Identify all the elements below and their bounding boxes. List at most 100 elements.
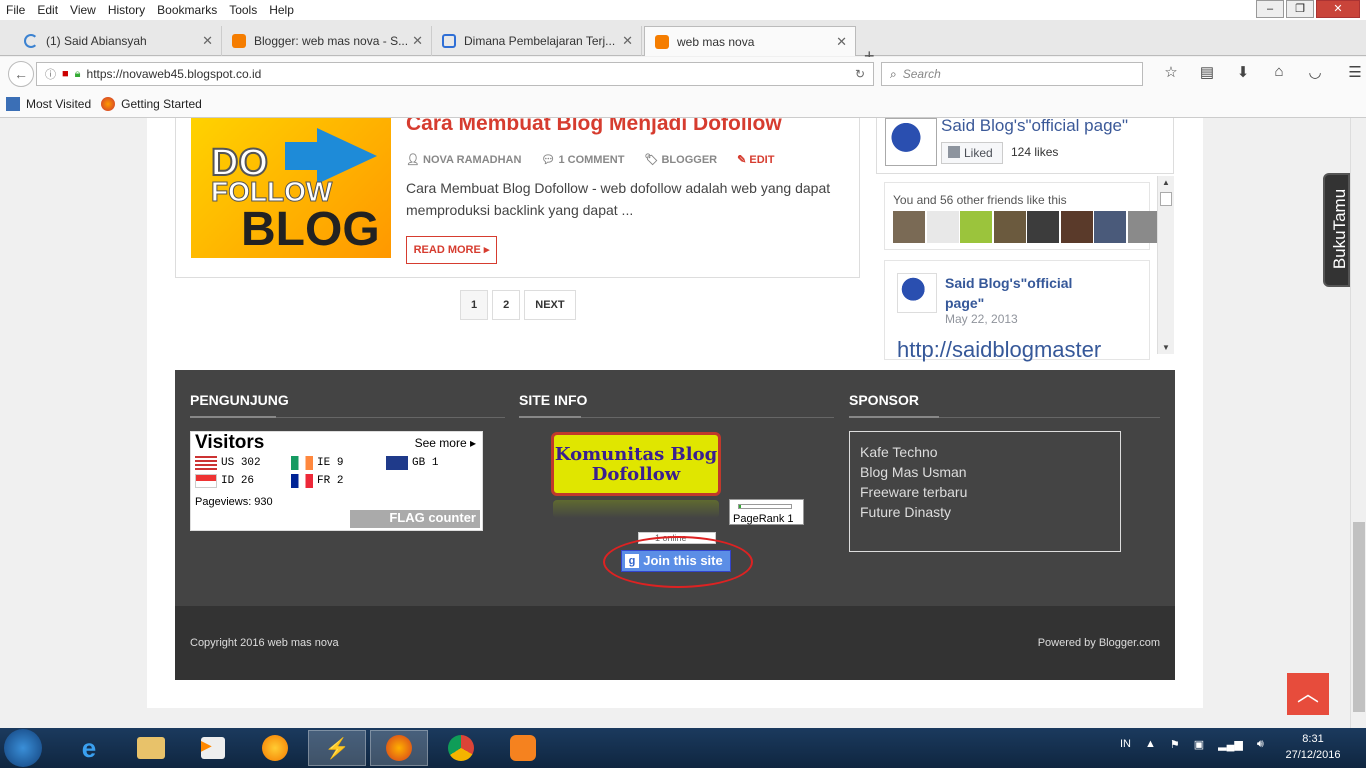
sponsor-link[interactable]: Freeware terbaru bbox=[860, 482, 1110, 502]
post-thumbnail[interactable]: DO FOLLOW BLOG bbox=[191, 118, 391, 258]
scroll-up-icon[interactable]: ▲ bbox=[1162, 178, 1170, 187]
search-input[interactable]: ⌕ Search bbox=[881, 62, 1143, 86]
fb-page-name[interactable]: Said Blog's"official page" bbox=[941, 118, 1128, 136]
see-more-link[interactable]: See more ▸ bbox=[415, 436, 476, 450]
tab-said-abiansyah[interactable]: (1) Said Abiansyah ✕ bbox=[14, 26, 222, 56]
menu-tools[interactable]: Tools bbox=[223, 3, 263, 17]
heading-sponsor: SPONSOR bbox=[849, 392, 920, 408]
tab-dimana[interactable]: Dimana Pembelajaran Terj... ✕ bbox=[432, 26, 642, 56]
clock[interactable]: 8:31 27/12/2016 bbox=[1278, 731, 1348, 763]
back-button[interactable]: ← bbox=[8, 61, 34, 87]
friend-avatar[interactable] bbox=[926, 211, 959, 243]
volume-icon[interactable]: 🔊︎ bbox=[1257, 738, 1264, 751]
friend-avatar[interactable] bbox=[1127, 211, 1160, 243]
tray-expand-icon[interactable]: ▲ bbox=[1145, 738, 1156, 751]
fb-page-avatar[interactable] bbox=[885, 118, 937, 166]
scroll-down-icon[interactable]: ▼ bbox=[1162, 343, 1170, 352]
start-button[interactable] bbox=[4, 729, 42, 767]
language-indicator[interactable]: IN bbox=[1120, 738, 1131, 751]
menu-edit[interactable]: Edit bbox=[31, 3, 64, 17]
page-2[interactable]: 2 bbox=[492, 290, 521, 320]
pagerank-badge[interactable]: PageRank 1 bbox=[729, 499, 804, 525]
reading-list-icon[interactable]: ▤ bbox=[1189, 63, 1225, 81]
friend-avatar[interactable] bbox=[893, 211, 925, 243]
page-1[interactable]: 1 bbox=[460, 290, 489, 320]
flag-counter-logo: FLAG counter bbox=[350, 510, 480, 528]
friend-avatar[interactable] bbox=[993, 211, 1026, 243]
minimize-button[interactable]: – bbox=[1256, 0, 1284, 18]
bookmark-most-visited[interactable]: Most Visited bbox=[6, 96, 91, 111]
menu-file[interactable]: File bbox=[0, 3, 31, 17]
post-label[interactable]: 🏷︎ BLOGGER bbox=[644, 153, 727, 166]
firefox-taskbar-icon[interactable] bbox=[370, 730, 428, 766]
menu-help[interactable]: Help bbox=[263, 3, 300, 17]
fb-scroll-thumb[interactable] bbox=[1160, 192, 1172, 206]
blocked-content-icon[interactable]: ■ bbox=[62, 68, 69, 80]
maximize-button[interactable]: ❐ bbox=[1286, 0, 1314, 18]
thumb-text-blog: BLOG bbox=[241, 203, 380, 256]
tab-blogger[interactable]: Blogger: web mas nova - S... ✕ bbox=[222, 26, 432, 56]
powered-by[interactable]: Powered by Blogger.com bbox=[1038, 637, 1160, 649]
flag-counter[interactable]: Visitors See more ▸ US 302 IE 9 GB 1 ID … bbox=[190, 431, 483, 531]
file-explorer-icon[interactable] bbox=[122, 730, 180, 766]
url-text[interactable]: https://novaweb45.blogspot.co.id bbox=[87, 67, 262, 81]
close-tab-icon[interactable]: ✕ bbox=[202, 33, 213, 49]
action-center-icon[interactable]: ⚑ bbox=[1170, 738, 1180, 751]
join-this-site-button[interactable]: g Join this site bbox=[621, 550, 731, 572]
visitor-row-ie: IE 9 bbox=[291, 456, 343, 470]
friend-avatar[interactable] bbox=[1027, 211, 1059, 243]
post-author[interactable]: 👤︎ NOVA RAMADHAN bbox=[406, 153, 531, 166]
tab-web-mas-nova[interactable]: web mas nova ✕ bbox=[644, 26, 856, 56]
pocket-icon[interactable]: ◡ bbox=[1297, 63, 1333, 81]
friend-avatar[interactable] bbox=[960, 211, 992, 243]
friend-avatar[interactable] bbox=[1060, 211, 1093, 243]
bukutamu-tab[interactable]: BukuTamu bbox=[1323, 173, 1350, 287]
fb-post-name[interactable]: Said Blog's"official page" bbox=[945, 273, 1105, 313]
uc-browser-icon[interactable] bbox=[494, 730, 552, 766]
fb-scrollbar[interactable]: ▲ ▼ bbox=[1157, 176, 1174, 354]
menu-bookmarks[interactable]: Bookmarks bbox=[151, 3, 223, 17]
signal-icon[interactable]: ▂▄▆ bbox=[1218, 738, 1243, 751]
back-to-top-button[interactable]: ︿ bbox=[1287, 673, 1329, 715]
close-window-button[interactable]: ✕ bbox=[1316, 0, 1360, 18]
info-icon[interactable]: ⓘ bbox=[45, 66, 56, 82]
page-scrollbar[interactable] bbox=[1350, 118, 1366, 728]
read-more-button[interactable]: READ MORE ▸ bbox=[406, 236, 497, 264]
komunitas-blog-banner[interactable]: Komunitas Blog Dofollow bbox=[551, 432, 721, 496]
media-player-icon[interactable]: ▶ bbox=[184, 730, 242, 766]
home-icon[interactable]: ⌂ bbox=[1261, 63, 1297, 81]
fb-post-avatar[interactable] bbox=[897, 273, 937, 313]
close-tab-icon[interactable]: ✕ bbox=[412, 33, 423, 49]
winamp-icon[interactable]: ⚡ bbox=[308, 730, 366, 766]
reload-icon[interactable]: ↻ bbox=[855, 67, 865, 81]
page-next[interactable]: NEXT bbox=[524, 290, 576, 320]
divider bbox=[519, 416, 834, 418]
chrome-icon[interactable] bbox=[432, 730, 490, 766]
sponsor-link[interactable]: Kafe Techno bbox=[860, 442, 1110, 462]
menu-hamburger-icon[interactable]: ☰ bbox=[1337, 63, 1366, 81]
download-icon[interactable]: ⬇ bbox=[1225, 63, 1261, 81]
page-scroll-thumb[interactable] bbox=[1353, 522, 1365, 712]
device-icon[interactable]: ▣ bbox=[1194, 738, 1204, 751]
fb-liked-button[interactable]: Liked bbox=[941, 142, 1003, 164]
bookmark-star-icon[interactable]: ☆ bbox=[1153, 63, 1189, 81]
id-flag-icon bbox=[195, 474, 217, 488]
friend-avatar[interactable] bbox=[1094, 211, 1126, 243]
sponsor-link[interactable]: Blog Mas Usman bbox=[860, 462, 1110, 482]
fb-post-date[interactable]: May 22, 2013 bbox=[945, 312, 1018, 326]
menu-view[interactable]: View bbox=[64, 3, 102, 17]
fb-post-link[interactable]: http://saidblogmaster bbox=[897, 337, 1101, 363]
sponsor-link[interactable]: Future Dinasty bbox=[860, 502, 1110, 522]
post-edit[interactable]: ✎ EDIT bbox=[737, 153, 784, 166]
footer-widgets: PENGUNJUNG SITE INFO SPONSOR Visitors Se… bbox=[175, 370, 1175, 606]
post-comments[interactable]: 💬︎ 1 COMMENT bbox=[541, 153, 634, 166]
close-tab-icon[interactable]: ✕ bbox=[622, 33, 633, 49]
app-orange-icon[interactable] bbox=[246, 730, 304, 766]
post-title[interactable]: Cara Membuat Blog Menjadi Dofollow bbox=[406, 118, 782, 136]
close-tab-icon[interactable]: ✕ bbox=[836, 34, 847, 50]
bookmark-getting-started[interactable]: Getting Started bbox=[101, 96, 202, 111]
lock-icon[interactable]: 🔒︎ bbox=[75, 68, 81, 81]
url-bar[interactable]: ⓘ ■ 🔒︎ https://novaweb45.blogspot.co.id … bbox=[36, 62, 874, 86]
internet-explorer-icon[interactable]: e bbox=[60, 730, 118, 766]
menu-history[interactable]: History bbox=[102, 3, 151, 17]
